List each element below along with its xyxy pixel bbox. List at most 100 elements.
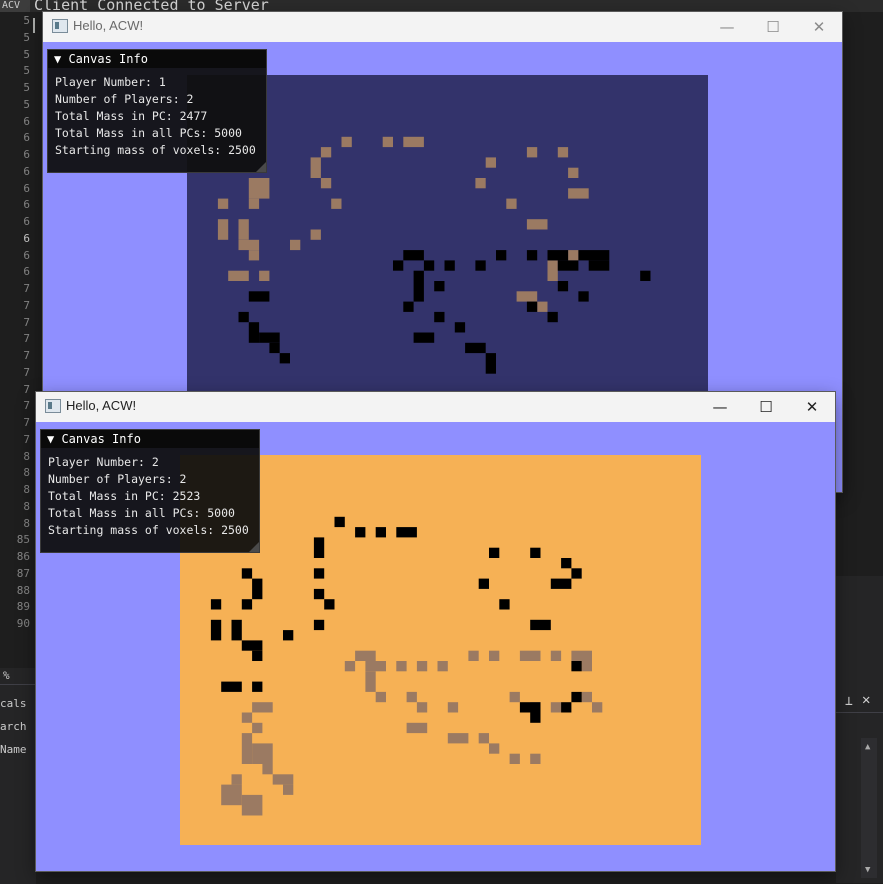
voxel-black <box>489 547 500 558</box>
voxel-brown <box>478 733 489 744</box>
voxel-brown <box>416 661 428 672</box>
line-number: 87 <box>16 566 30 580</box>
voxel-black <box>313 568 325 579</box>
scroll-up-icon[interactable]: ▲ <box>865 742 870 752</box>
voxel-brown <box>252 743 273 764</box>
minimize-button[interactable]: — <box>697 392 743 422</box>
voxel-brown <box>396 661 407 672</box>
voxel-brown <box>320 147 332 158</box>
voxel-black <box>210 619 222 641</box>
voxel-brown <box>416 702 428 713</box>
voxel-brown <box>382 136 393 148</box>
voxel-black <box>557 281 569 292</box>
voxel-brown <box>506 198 517 209</box>
voxel-black <box>478 578 489 589</box>
voxel-black <box>403 301 414 312</box>
text-cursor <box>33 18 35 33</box>
voxel-black <box>465 342 486 354</box>
voxel-black <box>231 619 242 641</box>
panel-label-locals[interactable]: cals <box>0 697 27 710</box>
line-number: 5 <box>23 47 30 61</box>
window-title: Hello, ACW! <box>66 398 137 413</box>
voxel-brown <box>468 650 479 661</box>
line-number: 7 <box>23 282 30 295</box>
voxel-brown <box>592 702 603 713</box>
close-button[interactable]: ✕ <box>789 392 835 422</box>
window-titlebar[interactable]: Hello, ACW! — ☐ ✕ <box>43 12 842 42</box>
canvas-info-panel[interactable]: ▼ Canvas Info Player Number: 2 Number of… <box>40 429 260 553</box>
voxel-black <box>355 527 366 538</box>
voxel-brown <box>581 691 592 703</box>
line-number: 7 <box>23 349 30 362</box>
canvas-info-panel[interactable]: ▼ Canvas Info Player Number: 1 Number of… <box>47 49 267 173</box>
resize-grip[interactable] <box>256 162 266 172</box>
zoom-dropdown[interactable]: % <box>0 668 36 684</box>
app-window-player-2[interactable]: Hello, ACW! — ☐ ✕ ▼ Canvas Info Player N… <box>36 392 835 871</box>
voxel-brown <box>252 702 273 713</box>
pin-icon[interactable]: ⊥ <box>845 694 853 709</box>
voxel-black <box>599 250 610 261</box>
voxel-black <box>413 332 435 343</box>
line-number: 6 <box>23 198 30 212</box>
voxel-black <box>238 311 249 323</box>
line-number: 7 <box>23 332 30 346</box>
voxel-black <box>499 599 510 610</box>
line-number: 88 <box>16 583 30 597</box>
voxel-brown <box>272 774 294 785</box>
maximize-button[interactable]: ☐ <box>750 12 796 42</box>
voxel-black <box>434 281 445 292</box>
voxel-brown <box>344 661 356 672</box>
voxel-black <box>313 537 325 558</box>
voxel-black <box>526 301 538 312</box>
voxel-black <box>259 332 280 343</box>
line-number: 6 <box>23 231 30 245</box>
panel-scrollbar[interactable] <box>861 738 877 878</box>
voxel-brown <box>516 291 538 302</box>
voxel-black <box>571 568 582 579</box>
voxel-brown <box>248 178 270 199</box>
scroll-down-icon[interactable]: ▼ <box>865 865 870 875</box>
voxel-black <box>396 527 417 538</box>
line-number: 5 <box>23 81 30 94</box>
minimize-button[interactable]: — <box>704 12 750 42</box>
window-title: Hello, ACW! <box>73 18 144 33</box>
voxel-brown <box>238 219 249 240</box>
voxel-brown <box>568 250 579 261</box>
voxel-brown <box>403 136 424 148</box>
voxel-brown <box>283 784 294 795</box>
line-number-gutter: 5 5 5 5 5 5 6 6 6 6 6 6 6 6 6 6 7 7 7 7 7 7 7 7 7 7 8 8 8 8 8 85 86 87 88 8… <box>0 12 34 667</box>
close-button[interactable]: ✕ <box>796 12 842 42</box>
voxel-brown <box>437 661 448 672</box>
voxel-brown <box>252 722 263 734</box>
voxel-brown <box>228 270 249 281</box>
window-titlebar[interactable]: Hello, ACW! — ☐ ✕ <box>36 392 835 422</box>
voxel-black <box>252 650 263 661</box>
resize-grip[interactable] <box>249 542 259 552</box>
voxel-brown <box>489 650 500 661</box>
line-number: 6 <box>23 248 30 262</box>
canvas-info-header[interactable]: ▼ Canvas Info <box>41 430 259 448</box>
line-number: 5 <box>23 30 30 44</box>
line-number: 6 <box>23 215 30 228</box>
ide-menu-stub[interactable]: ACV <box>0 0 30 12</box>
voxel-black <box>444 260 455 271</box>
voxel-black <box>393 260 404 271</box>
line-number: 6 <box>23 131 30 145</box>
voxel-brown <box>238 239 260 251</box>
voxel-black <box>269 342 280 354</box>
app-icon <box>45 399 61 413</box>
voxel-brown <box>241 712 253 723</box>
maximize-button[interactable]: ☐ <box>743 392 789 422</box>
voxel-brown <box>259 270 270 281</box>
info-total-mass-all: Total Mass in all PCs: 5000 <box>55 126 242 140</box>
voxel-brown <box>509 691 520 703</box>
line-number: 8 <box>23 466 30 480</box>
voxel-black <box>241 640 263 651</box>
voxel-black <box>571 661 582 672</box>
line-number: 5 <box>23 64 30 78</box>
voxel-brown <box>375 691 386 703</box>
voxel-brown <box>447 702 459 713</box>
panel-close-icon[interactable]: ✕ <box>862 692 870 708</box>
voxel-black <box>324 599 335 610</box>
canvas-info-header[interactable]: ▼ Canvas Info <box>48 50 266 68</box>
